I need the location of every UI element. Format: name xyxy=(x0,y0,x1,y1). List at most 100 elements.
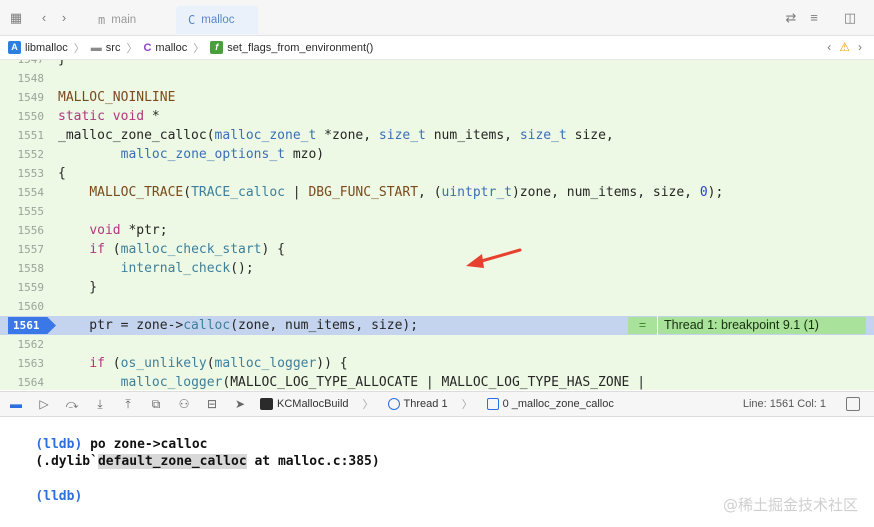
next-issue-icon[interactable]: › xyxy=(858,40,862,54)
code-editor[interactable]: 1547} 1548 1549 MALLOC_NOINLINE 1550 static v… xyxy=(0,60,874,390)
debug-frame[interactable]: 0 _malloc_zone_calloc xyxy=(486,398,614,410)
code-line[interactable]: 1554 MALLOC_TRACE(TRACE_calloc | DBG_FUN… xyxy=(0,183,874,202)
crumb-function[interactable]: set_flags_from_environment() xyxy=(227,42,373,54)
code-line[interactable]: 1547} xyxy=(0,60,874,69)
panel-toggle-icon[interactable] xyxy=(846,397,860,411)
frame-icon xyxy=(486,398,499,410)
crumb-separator: 〉 xyxy=(73,42,85,55)
step-out-icon[interactable]: ⤒ xyxy=(120,396,136,412)
crumb-libmalloc[interactable]: libmalloc xyxy=(25,42,68,54)
code-line[interactable]: 1549 MALLOC_NOINLINE xyxy=(0,88,874,107)
function-icon: f xyxy=(210,41,224,54)
thread-icon xyxy=(387,398,400,410)
code-text: _malloc_zone_calloc(malloc_zone_t *zone,… xyxy=(58,128,614,143)
editor-tab-bar: ▦ ‹ › m main C malloc ⇄ ≡ ◫ xyxy=(0,0,874,36)
tab-malloc[interactable]: C malloc xyxy=(176,6,258,34)
toggle-console-icon[interactable]: ▬ xyxy=(8,396,24,412)
line-col-indicator: Line: 1561 Col: 1 xyxy=(742,398,826,410)
code-text: } xyxy=(58,60,66,69)
code-line[interactable]: 1564 malloc_logger(MALLOC_LOG_TYPE_ALLOC… xyxy=(0,373,874,390)
output-symbol: default_zone_calloc xyxy=(97,454,247,469)
line-number: 1550 xyxy=(17,110,45,123)
code-line[interactable]: 1557 if (malloc_check_start) { xyxy=(0,240,874,259)
memory-graph-icon[interactable]: ⚇ xyxy=(176,396,192,412)
line-number: 1558 xyxy=(17,262,45,275)
line-number: 1562 xyxy=(17,338,45,351)
watermark: @稀土掘金技术社区 xyxy=(722,496,858,514)
jump-bar: A libmalloc 〉 ▬ src 〉 C malloc 〉 f set_f… xyxy=(0,36,874,60)
code-line[interactable]: 1551 _malloc_zone_calloc(malloc_zone_t *z… xyxy=(0,126,874,145)
step-over-icon[interactable]: ⤼ xyxy=(64,396,80,412)
jump-bar-controls: ‹ ⚠ › xyxy=(827,40,862,54)
step-into-icon[interactable]: ⤓ xyxy=(92,396,108,412)
code-text: malloc_logger(MALLOC_LOG_TYPE_ALLOCATE |… xyxy=(120,375,646,390)
crumb-separator: 〉 xyxy=(193,42,205,55)
continue-icon[interactable]: ▷ xyxy=(36,396,52,412)
code-text: MALLOC_NOINLINE xyxy=(58,90,176,105)
debug-target[interactable]: KCMallocBuild xyxy=(260,398,349,410)
line-number: 1549 xyxy=(17,91,45,104)
environment-icon[interactable]: ⊟ xyxy=(204,396,220,412)
debug-bar: ▬ ▷ ⤼ ⤓ ⤒ ⧉ ⚇ ⊟ ➤ KCMallocBuild 〉 Thread… xyxy=(0,391,874,417)
code-line[interactable]: 1556 void *ptr; xyxy=(0,221,874,240)
editor-options-icon[interactable]: ≡ xyxy=(806,10,822,26)
m-file-icon: m xyxy=(98,13,106,27)
crumb-separator: 〉 xyxy=(461,399,473,411)
code-text: if (malloc_check_start) { xyxy=(89,242,285,257)
split-editor-icon[interactable]: ◫ xyxy=(842,10,858,26)
lldb-console[interactable]: (lldb) po zone->calloc (.dylib`default_z… xyxy=(0,418,874,527)
code-line[interactable]: 1563 if (os_unlikely(malloc_logger)) { xyxy=(0,354,874,373)
tab-label: malloc xyxy=(201,14,235,26)
breakpoint-marker[interactable]: 1561 xyxy=(8,317,56,334)
console-prompt-line[interactable]: (lldb) xyxy=(4,470,82,504)
target-label: KCMallocBuild xyxy=(277,398,349,410)
code-text: void *ptr; xyxy=(89,223,168,238)
code-line[interactable]: 1552 malloc_zone_options_t mzo) xyxy=(0,145,874,164)
crumb-separator: 〉 xyxy=(362,399,374,411)
code-line[interactable]: 1560 xyxy=(0,297,874,316)
thread-label: Thread 1 xyxy=(403,398,448,410)
code-text: } xyxy=(58,280,98,295)
line-number: 1547 xyxy=(0,60,45,69)
code-line[interactable]: 1550 static void * xyxy=(0,107,874,126)
line-number: 1551 xyxy=(17,129,45,142)
target-icon xyxy=(260,398,273,410)
crumb-separator: 〉 xyxy=(126,42,138,55)
c-file-icon: C xyxy=(188,13,196,27)
location-icon[interactable]: ➤ xyxy=(232,396,248,412)
code-text: malloc_zone_options_t mzo) xyxy=(120,147,325,162)
code-text: internal_check(); xyxy=(120,261,254,276)
view-hierarchy-icon[interactable]: ⧉ xyxy=(148,396,164,412)
forward-chevron-icon[interactable]: › xyxy=(56,10,72,26)
code-line[interactable]: 1555 xyxy=(0,202,874,221)
code-line[interactable]: 1548 xyxy=(0,69,874,88)
code-line[interactable]: 1562 xyxy=(0,335,874,354)
console-output-line: (.dylib`default_zone_calloc at malloc.c:… xyxy=(4,435,380,469)
grid-icon[interactable]: ▦ xyxy=(8,10,24,26)
warning-icon[interactable]: ⚠ xyxy=(839,40,850,54)
code-text: static void * xyxy=(58,109,160,124)
output-prefix: (.dylib` xyxy=(35,454,98,469)
swap-icon[interactable]: ⇄ xyxy=(783,10,799,26)
code-line[interactable]: 1558 internal_check(); xyxy=(0,259,874,278)
crumb-src[interactable]: src xyxy=(106,42,121,54)
current-code-line[interactable]: 1561 ptr = zone->calloc(zone, num_items,… xyxy=(0,316,874,335)
crumb-malloc[interactable]: malloc xyxy=(155,42,187,54)
c-file-icon: C xyxy=(143,41,152,54)
code-text: if (os_unlikely(malloc_logger)) { xyxy=(89,356,348,371)
output-suffix: at malloc.c:385) xyxy=(246,454,380,469)
thread-breakpoint-badge[interactable]: = Thread 1: breakpoint 9.1 (1) xyxy=(628,316,866,335)
tab-label: main xyxy=(111,14,137,26)
back-chevron-icon[interactable]: ‹ xyxy=(36,10,52,26)
line-number: 1563 xyxy=(17,357,45,370)
code-line[interactable]: 1553 { xyxy=(0,164,874,183)
lldb-prompt: (lldb) xyxy=(35,489,83,504)
code-text: MALLOC_TRACE(TRACE_calloc | DBG_FUNC_STA… xyxy=(89,185,724,200)
debug-thread[interactable]: Thread 1 xyxy=(387,398,448,410)
line-number: 1552 xyxy=(17,148,45,161)
tab-main[interactable]: m main xyxy=(86,6,148,34)
code-text: ptr = zone->calloc(zone, num_items, size… xyxy=(58,318,419,333)
code-line[interactable]: 1559 } xyxy=(0,278,874,297)
folder-icon: ▬ xyxy=(90,41,102,54)
prev-issue-icon[interactable]: ‹ xyxy=(827,40,831,54)
